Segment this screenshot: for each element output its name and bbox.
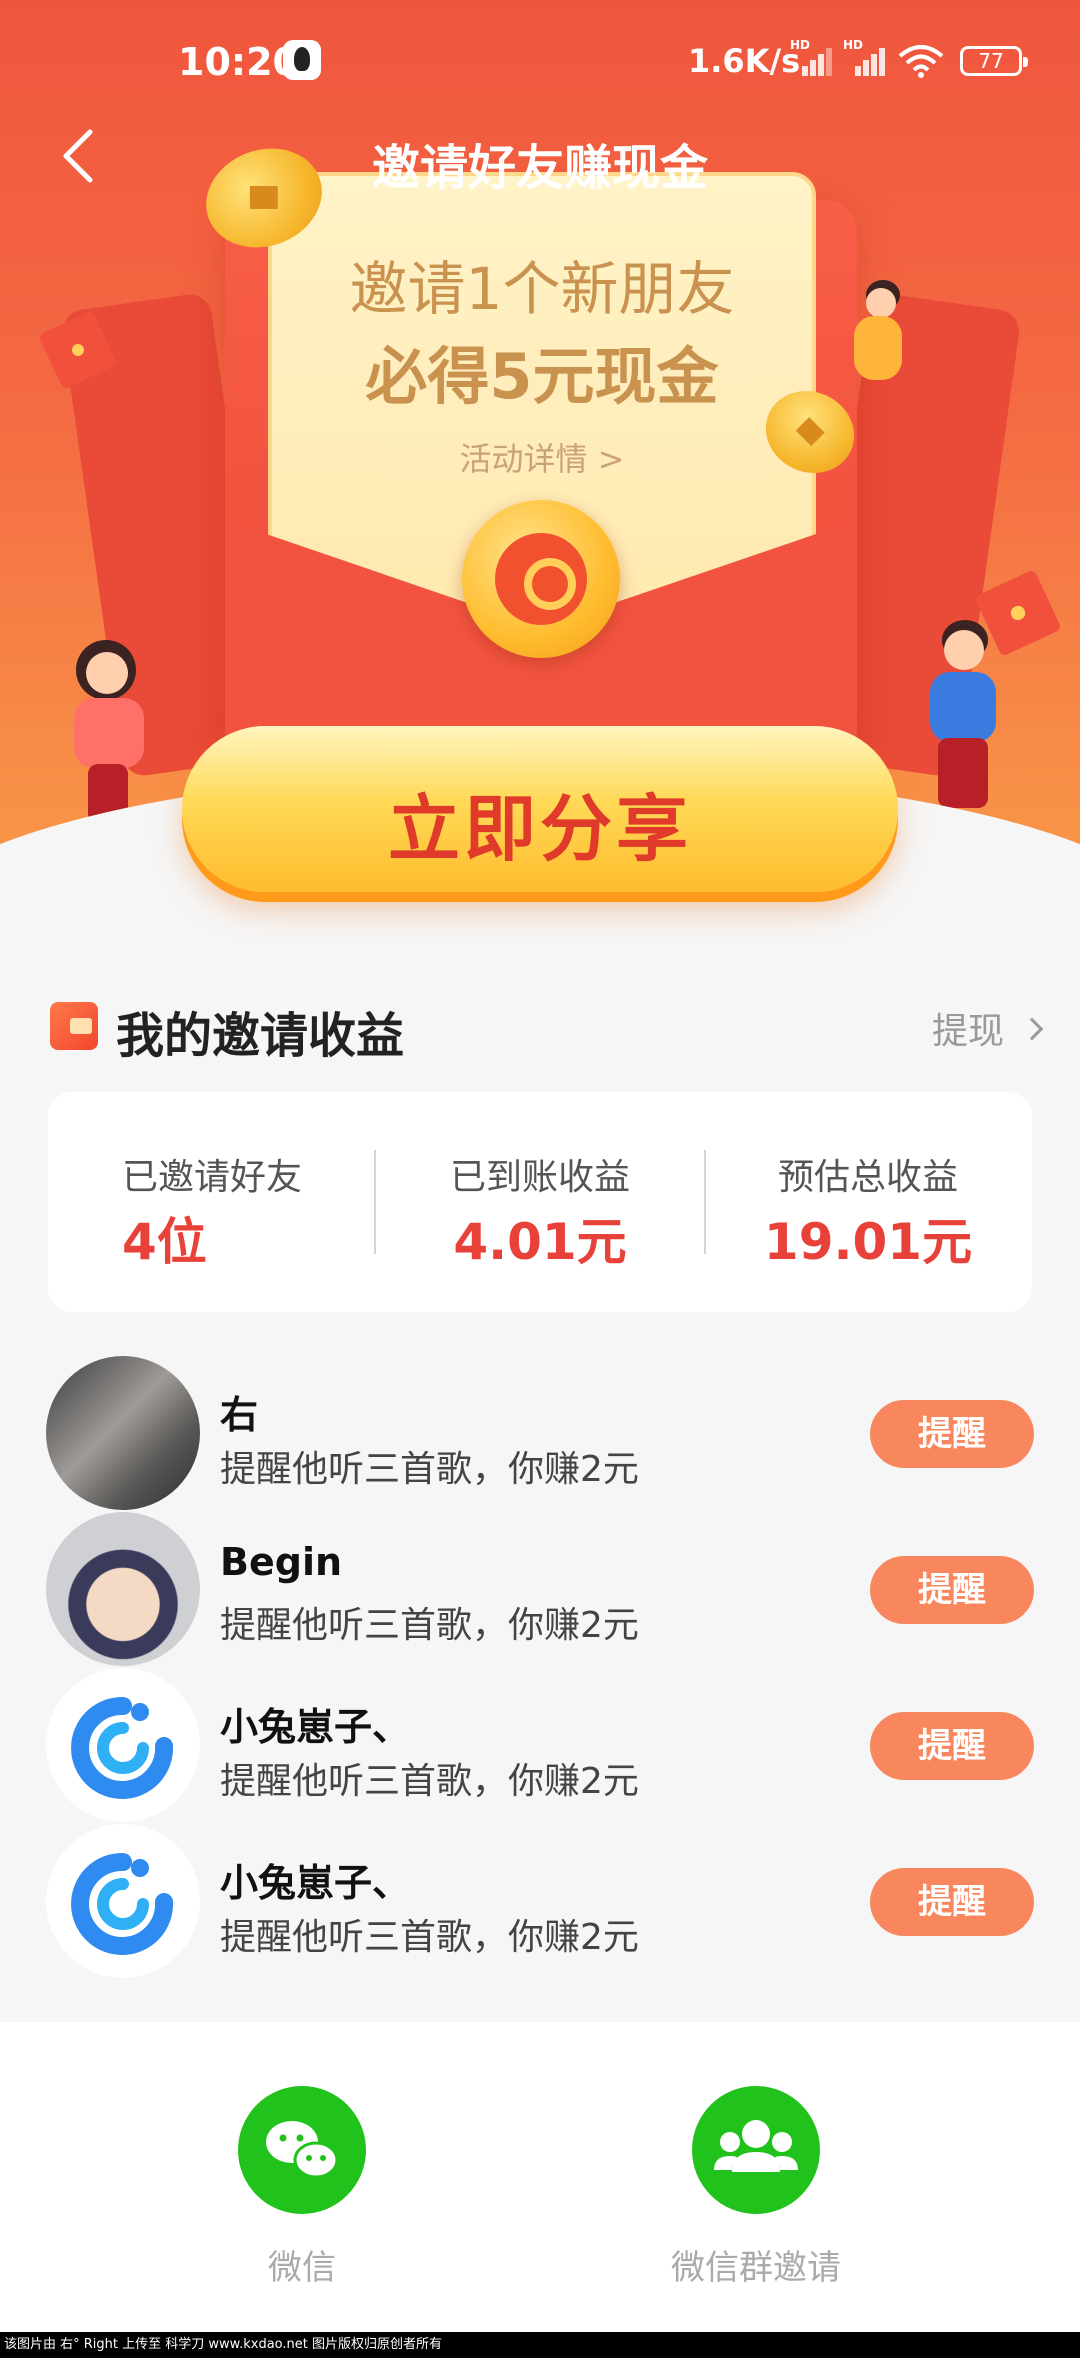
activity-details-link[interactable]: 活动详情 > [272,434,812,480]
share-options-bar: 微信 微信群邀请 [0,2022,1080,2332]
signal-icon: HD [790,38,832,76]
status-bar: 10:20 1.6K/s HD HD 77 [0,30,1080,94]
friend-description: 提醒他听三首歌，你赚2元 [220,1605,639,1646]
qq-icon [283,40,321,80]
stat-label: 已到账收益 [449,1157,630,1198]
stat-label: 已邀请好友 [122,1157,303,1198]
app-logo-icon [71,1696,174,1799]
chevron-right-icon [1020,1017,1044,1041]
friend-name: 右 [220,1393,259,1437]
stat-value: 4.01元 [453,1213,627,1271]
page-title: 邀请好友赚现金 [371,140,708,196]
promo-line-1: 邀请1个新朋友 [349,255,735,323]
avatar [46,1824,200,1978]
remind-button[interactable]: 提醒 [870,1400,1034,1468]
wechat-icon [238,2086,366,2214]
app-logo-icon [71,1852,174,1955]
share-option-label: 微信 [268,2248,336,2288]
earnings-stats-card: 已邀请好友 4位 已到账收益 4.01元 预估总收益 19.01元 [48,1092,1032,1312]
earnings-title: 我的邀请收益 [116,1008,405,1064]
stat-received-earnings: 已到账收益 4.01元 [376,1092,704,1312]
friend-name: 小兔崽子、 [220,1861,411,1905]
network-speed: 1.6K/s [688,42,801,80]
withdraw-label: 提现 [931,1011,1004,1052]
stat-label: 预估总收益 [777,1157,958,1198]
status-time: 10:20 [178,40,299,84]
person-illustration-left [30,640,180,824]
friend-row: 小兔崽子、 提醒他听三首歌，你赚2元 提醒 [0,1824,1080,1980]
promo-line-2: 必得5元现金 [365,340,719,413]
wallet-icon [50,1002,98,1050]
share-now-label: 立即分享 [387,787,692,871]
friend-row: Begin 提醒他听三首歌，你赚2元 提醒 [0,1512,1080,1668]
friend-row: 小兔崽子、 提醒他听三首歌，你赚2元 提醒 [0,1668,1080,1824]
earnings-header: 我的邀请收益 提现 [50,990,1044,1064]
friend-description: 提醒他听三首歌，你赚2元 [220,1449,639,1490]
friend-row: 右 提醒他听三首歌，你赚2元 提醒 [0,1356,1080,1512]
friend-description: 提醒他听三首歌，你赚2元 [220,1917,639,1958]
avatar [46,1356,200,1510]
withdraw-link[interactable]: 提现 [931,1002,1044,1054]
share-wechat-group-button[interactable]: 微信群邀请 [606,2086,906,2289]
watermark-bar: 该图片由 右° Right 上传至 科学刀 www.kxdao.net 图片版权… [0,2332,1080,2358]
share-option-label: 微信群邀请 [671,2248,841,2288]
friend-name: Begin [220,1540,343,1584]
avatar [46,1512,200,1666]
person-illustration-right [900,620,1020,810]
envelope-seal-icon [462,500,620,658]
stat-estimated-earnings: 预估总收益 19.01元 [704,1092,1032,1312]
remind-button[interactable]: 提醒 [870,1712,1034,1780]
person-illustration-top [850,280,910,390]
signal-hd-label: HD [790,38,811,52]
friend-description: 提醒他听三首歌，你赚2元 [220,1761,639,1802]
remind-button[interactable]: 提醒 [870,1868,1034,1936]
signal-icon: HD [843,38,885,76]
stat-value: 4位 [122,1213,207,1271]
stat-invited-friends: 已邀请好友 4位 [48,1092,376,1312]
share-now-button[interactable]: 立即分享 [182,726,898,892]
avatar [46,1668,200,1822]
stat-value: 19.01元 [763,1213,973,1271]
signal-hd-label: HD [843,38,864,52]
wifi-icon [898,45,944,78]
battery-icon: 77 [960,46,1028,76]
share-wechat-button[interactable]: 微信 [152,2086,452,2289]
group-icon [692,2086,820,2214]
friend-name: 小兔崽子、 [220,1705,411,1749]
remind-button[interactable]: 提醒 [870,1556,1034,1624]
